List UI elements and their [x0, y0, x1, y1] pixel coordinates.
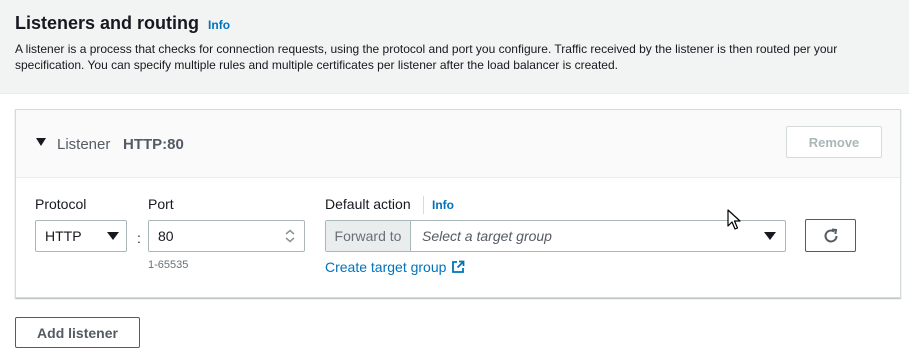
add-listener-button[interactable]: Add listener [15, 317, 140, 348]
forward-to-prefix: Forward to [326, 221, 411, 251]
section-header: Listeners and routing Info A listener is… [0, 0, 909, 94]
section-description: A listener is a process that checks for … [15, 42, 838, 72]
protocol-select[interactable]: HTTP [35, 220, 127, 252]
port-value: 80 [158, 228, 174, 244]
remove-button[interactable]: Remove [786, 126, 882, 158]
default-action-label: Default action [325, 196, 411, 212]
protocol-label: Protocol [35, 196, 87, 212]
protocol-port-separator: : [137, 230, 141, 246]
label-divider [423, 196, 424, 214]
info-link[interactable]: Info [208, 18, 230, 32]
default-action-info-link[interactable]: Info [432, 198, 454, 212]
listener-panel-header: Listener HTTP:80 Remove [16, 110, 900, 178]
create-target-group-label: Create target group [325, 259, 447, 275]
protocol-value: HTTP [45, 228, 82, 244]
listener-panel: Listener HTTP:80 Remove Protocol HTTP : … [15, 109, 901, 298]
port-input[interactable]: 80 [148, 220, 305, 252]
mouse-pointer-icon [727, 209, 741, 230]
triangle-down-icon [107, 232, 119, 240]
external-link-icon [452, 260, 465, 273]
caret-down-icon[interactable] [36, 138, 46, 146]
create-target-group-link[interactable]: Create target group [325, 259, 465, 275]
port-hint: 1-65535 [148, 259, 189, 271]
target-group-select[interactable]: Forward to Select a target group [325, 220, 786, 252]
port-label: Port [148, 196, 174, 212]
triangle-down-icon [764, 232, 776, 240]
stepper-icon[interactable] [284, 229, 296, 243]
refresh-icon [824, 228, 837, 242]
section-title: Listeners and routing [15, 13, 200, 33]
listener-value: HTTP:80 [123, 136, 184, 153]
title-row: Listeners and routing Info [15, 13, 230, 34]
listener-label: Listener [57, 136, 111, 153]
refresh-button[interactable] [805, 219, 856, 252]
